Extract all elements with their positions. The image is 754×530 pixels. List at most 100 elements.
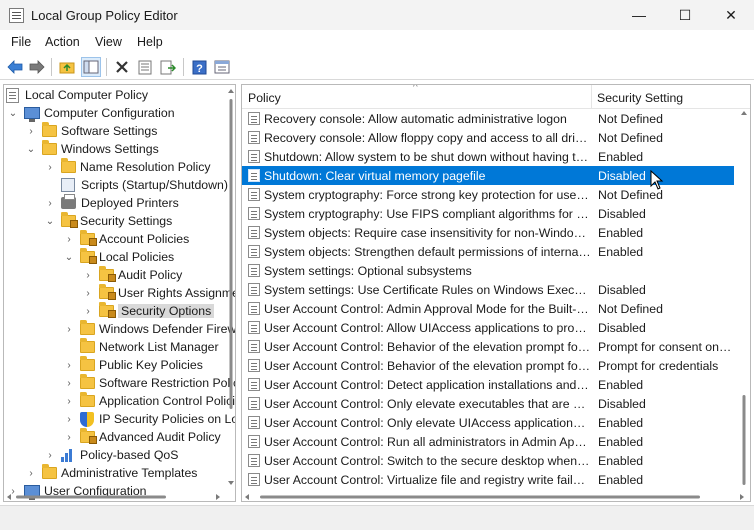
policy-row[interactable]: System cryptography: Use FIPS compliant … (242, 204, 734, 223)
tree-item-label: Software Settings (61, 124, 158, 138)
policy-row[interactable]: System settings: Optional subsystems (242, 261, 734, 280)
policy-setting-icon (248, 264, 260, 277)
expand-chevron-icon[interactable]: › (64, 428, 74, 446)
tree-item[interactable]: › Software Settings (4, 122, 226, 140)
policy-row[interactable]: Recovery console: Allow floppy copy and … (242, 128, 734, 147)
expand-chevron-icon[interactable]: › (64, 410, 74, 428)
policy-setting-icon (248, 226, 260, 239)
tree-item[interactable]: › Account Policies (4, 230, 226, 248)
tree-item[interactable]: ⌄ Local Policies (4, 248, 226, 266)
expand-chevron-icon[interactable]: › (26, 464, 36, 482)
expand-chevron-icon[interactable]: › (64, 374, 74, 392)
expand-chevron-icon[interactable]: › (64, 230, 74, 248)
menu-file[interactable]: File (11, 35, 31, 49)
policy-row[interactable]: System objects: Require case insensitivi… (242, 223, 734, 242)
policy-row[interactable]: User Account Control: Detect application… (242, 375, 734, 394)
list-vertical-scrollbar[interactable] (739, 109, 749, 493)
list-horizontal-scrollbar[interactable] (242, 491, 750, 501)
policy-row[interactable]: User Account Control: Behavior of the el… (242, 356, 734, 375)
tree-item[interactable]: › Security Options (4, 302, 226, 320)
toolbar-separator (183, 58, 184, 76)
tree-item[interactable]: › Audit Policy (4, 266, 226, 284)
tree-vertical-scrollbar[interactable] (226, 85, 235, 501)
collapse-chevron-icon[interactable]: ⌄ (64, 248, 74, 266)
policy-row[interactable]: User Account Control: Behavior of the el… (242, 337, 734, 356)
tree-item[interactable]: ⌄ Security Settings (4, 212, 226, 230)
expand-chevron-icon[interactable]: › (45, 194, 55, 212)
expand-chevron-icon[interactable]: › (64, 356, 74, 374)
minimize-button[interactable]: — (616, 0, 662, 30)
policy-name: Recovery console: Allow floppy copy and … (264, 130, 591, 145)
expand-chevron-icon[interactable]: › (64, 392, 74, 410)
column-header-security-setting[interactable]: Security Setting (597, 91, 683, 105)
tree-item[interactable]: › Deployed Printers (4, 194, 226, 212)
policy-row[interactable]: User Account Control: Only elevate execu… (242, 394, 734, 413)
tree-item[interactable]: Scripts (Startup/Shutdown) (4, 176, 228, 194)
expand-chevron-icon[interactable]: › (83, 302, 93, 320)
view-icon[interactable] (212, 57, 232, 77)
policy-list-pane[interactable]: ^ Policy Security Setting Recovery conso… (241, 84, 751, 502)
console-tree[interactable]: Local Computer Policy ⌄ Computer Configura… (3, 84, 236, 502)
expand-chevron-icon[interactable]: › (26, 122, 36, 140)
policy-row[interactable]: User Account Control: Switch to the secu… (242, 451, 734, 470)
security-setting-value: Enabled (598, 453, 644, 468)
policy-row[interactable]: User Account Control: Admin Approval Mod… (242, 299, 734, 318)
toolbar-separator (51, 58, 52, 76)
policy-row[interactable]: User Account Control: Virtualize file an… (242, 470, 734, 489)
show-hide-tree-icon[interactable] (81, 57, 101, 77)
policy-name: User Account Control: Admin Approval Mod… (264, 301, 591, 316)
expand-chevron-icon[interactable]: › (45, 446, 55, 464)
tree-horizontal-scrollbar[interactable] (4, 491, 226, 501)
close-button[interactable]: ✕ (708, 0, 754, 30)
up-folder-icon[interactable] (57, 57, 77, 77)
properties-icon[interactable] (135, 57, 155, 77)
tree-item[interactable]: › Software Restriction Policies (4, 374, 235, 392)
policy-row[interactable]: User Account Control: Only elevate UIAcc… (242, 413, 734, 432)
policy-setting-icon (248, 169, 260, 182)
tree-item[interactable]: › Policy-based QoS (4, 446, 226, 464)
policy-row[interactable]: User Account Control: Allow UIAccess app… (242, 318, 734, 337)
collapse-chevron-icon[interactable]: ⌄ (8, 104, 18, 122)
tree-item[interactable]: › Public Key Policies (4, 356, 226, 374)
tree-item[interactable]: Network List Manager (4, 338, 226, 356)
collapse-chevron-icon[interactable]: ⌄ (45, 212, 55, 230)
forward-icon[interactable] (27, 57, 47, 77)
tree-item[interactable]: › Advanced Audit Policy (4, 428, 226, 446)
column-header-policy[interactable]: Policy (248, 91, 281, 105)
help-icon[interactable]: ? (189, 57, 209, 77)
tree-item[interactable]: ⌄ Computer Configuration (4, 104, 226, 122)
back-icon[interactable] (5, 57, 25, 77)
menu-help[interactable]: Help (137, 35, 163, 49)
delete-icon[interactable] (112, 57, 132, 77)
policy-row[interactable]: Recovery console: Allow automatic admini… (242, 109, 734, 128)
policy-row[interactable]: System settings: Use Certificate Rules o… (242, 280, 734, 299)
policy-setting-icon (248, 207, 260, 220)
collapse-chevron-icon[interactable]: ⌄ (26, 140, 36, 158)
policy-name: System objects: Require case insensitivi… (264, 225, 591, 240)
expand-chevron-icon[interactable]: › (83, 266, 93, 284)
tree-item[interactable]: › Administrative Templates (4, 464, 226, 482)
export-list-icon[interactable] (158, 57, 178, 77)
security-setting-value: Enabled (598, 149, 644, 164)
tree-item[interactable]: › User Rights Assignment (4, 284, 235, 302)
expand-chevron-icon[interactable]: › (64, 320, 74, 338)
tree-item[interactable]: › Name Resolution Policy (4, 158, 226, 176)
expand-chevron-icon[interactable]: › (83, 284, 93, 302)
maximize-button[interactable]: ☐ (662, 0, 708, 30)
tree-item[interactable]: Local Computer Policy (4, 86, 226, 104)
window-title: Local Group Policy Editor (31, 8, 178, 23)
column-separator[interactable] (591, 85, 592, 109)
tree-item-label: Security Settings (80, 214, 173, 228)
policy-row[interactable]: User Account Control: Run all administra… (242, 432, 734, 451)
tree-item[interactable]: › Windows Defender Firewall (4, 320, 235, 338)
menu-view[interactable]: View (95, 35, 122, 49)
expand-chevron-icon[interactable]: › (45, 158, 55, 176)
policy-row[interactable]: System objects: Strengthen default permi… (242, 242, 734, 261)
menu-action[interactable]: Action (45, 35, 80, 49)
tree-item[interactable]: › Application Control Policies (4, 392, 235, 410)
policy-row[interactable]: Shutdown: Allow system to be shut down w… (242, 147, 734, 166)
security-setting-value: Not Defined (598, 130, 663, 145)
tree-item[interactable]: ⌄ Windows Settings (4, 140, 226, 158)
policy-setting-icon (248, 416, 260, 429)
tree-item[interactable]: › IP Security Policies on Local Computer (4, 410, 235, 428)
